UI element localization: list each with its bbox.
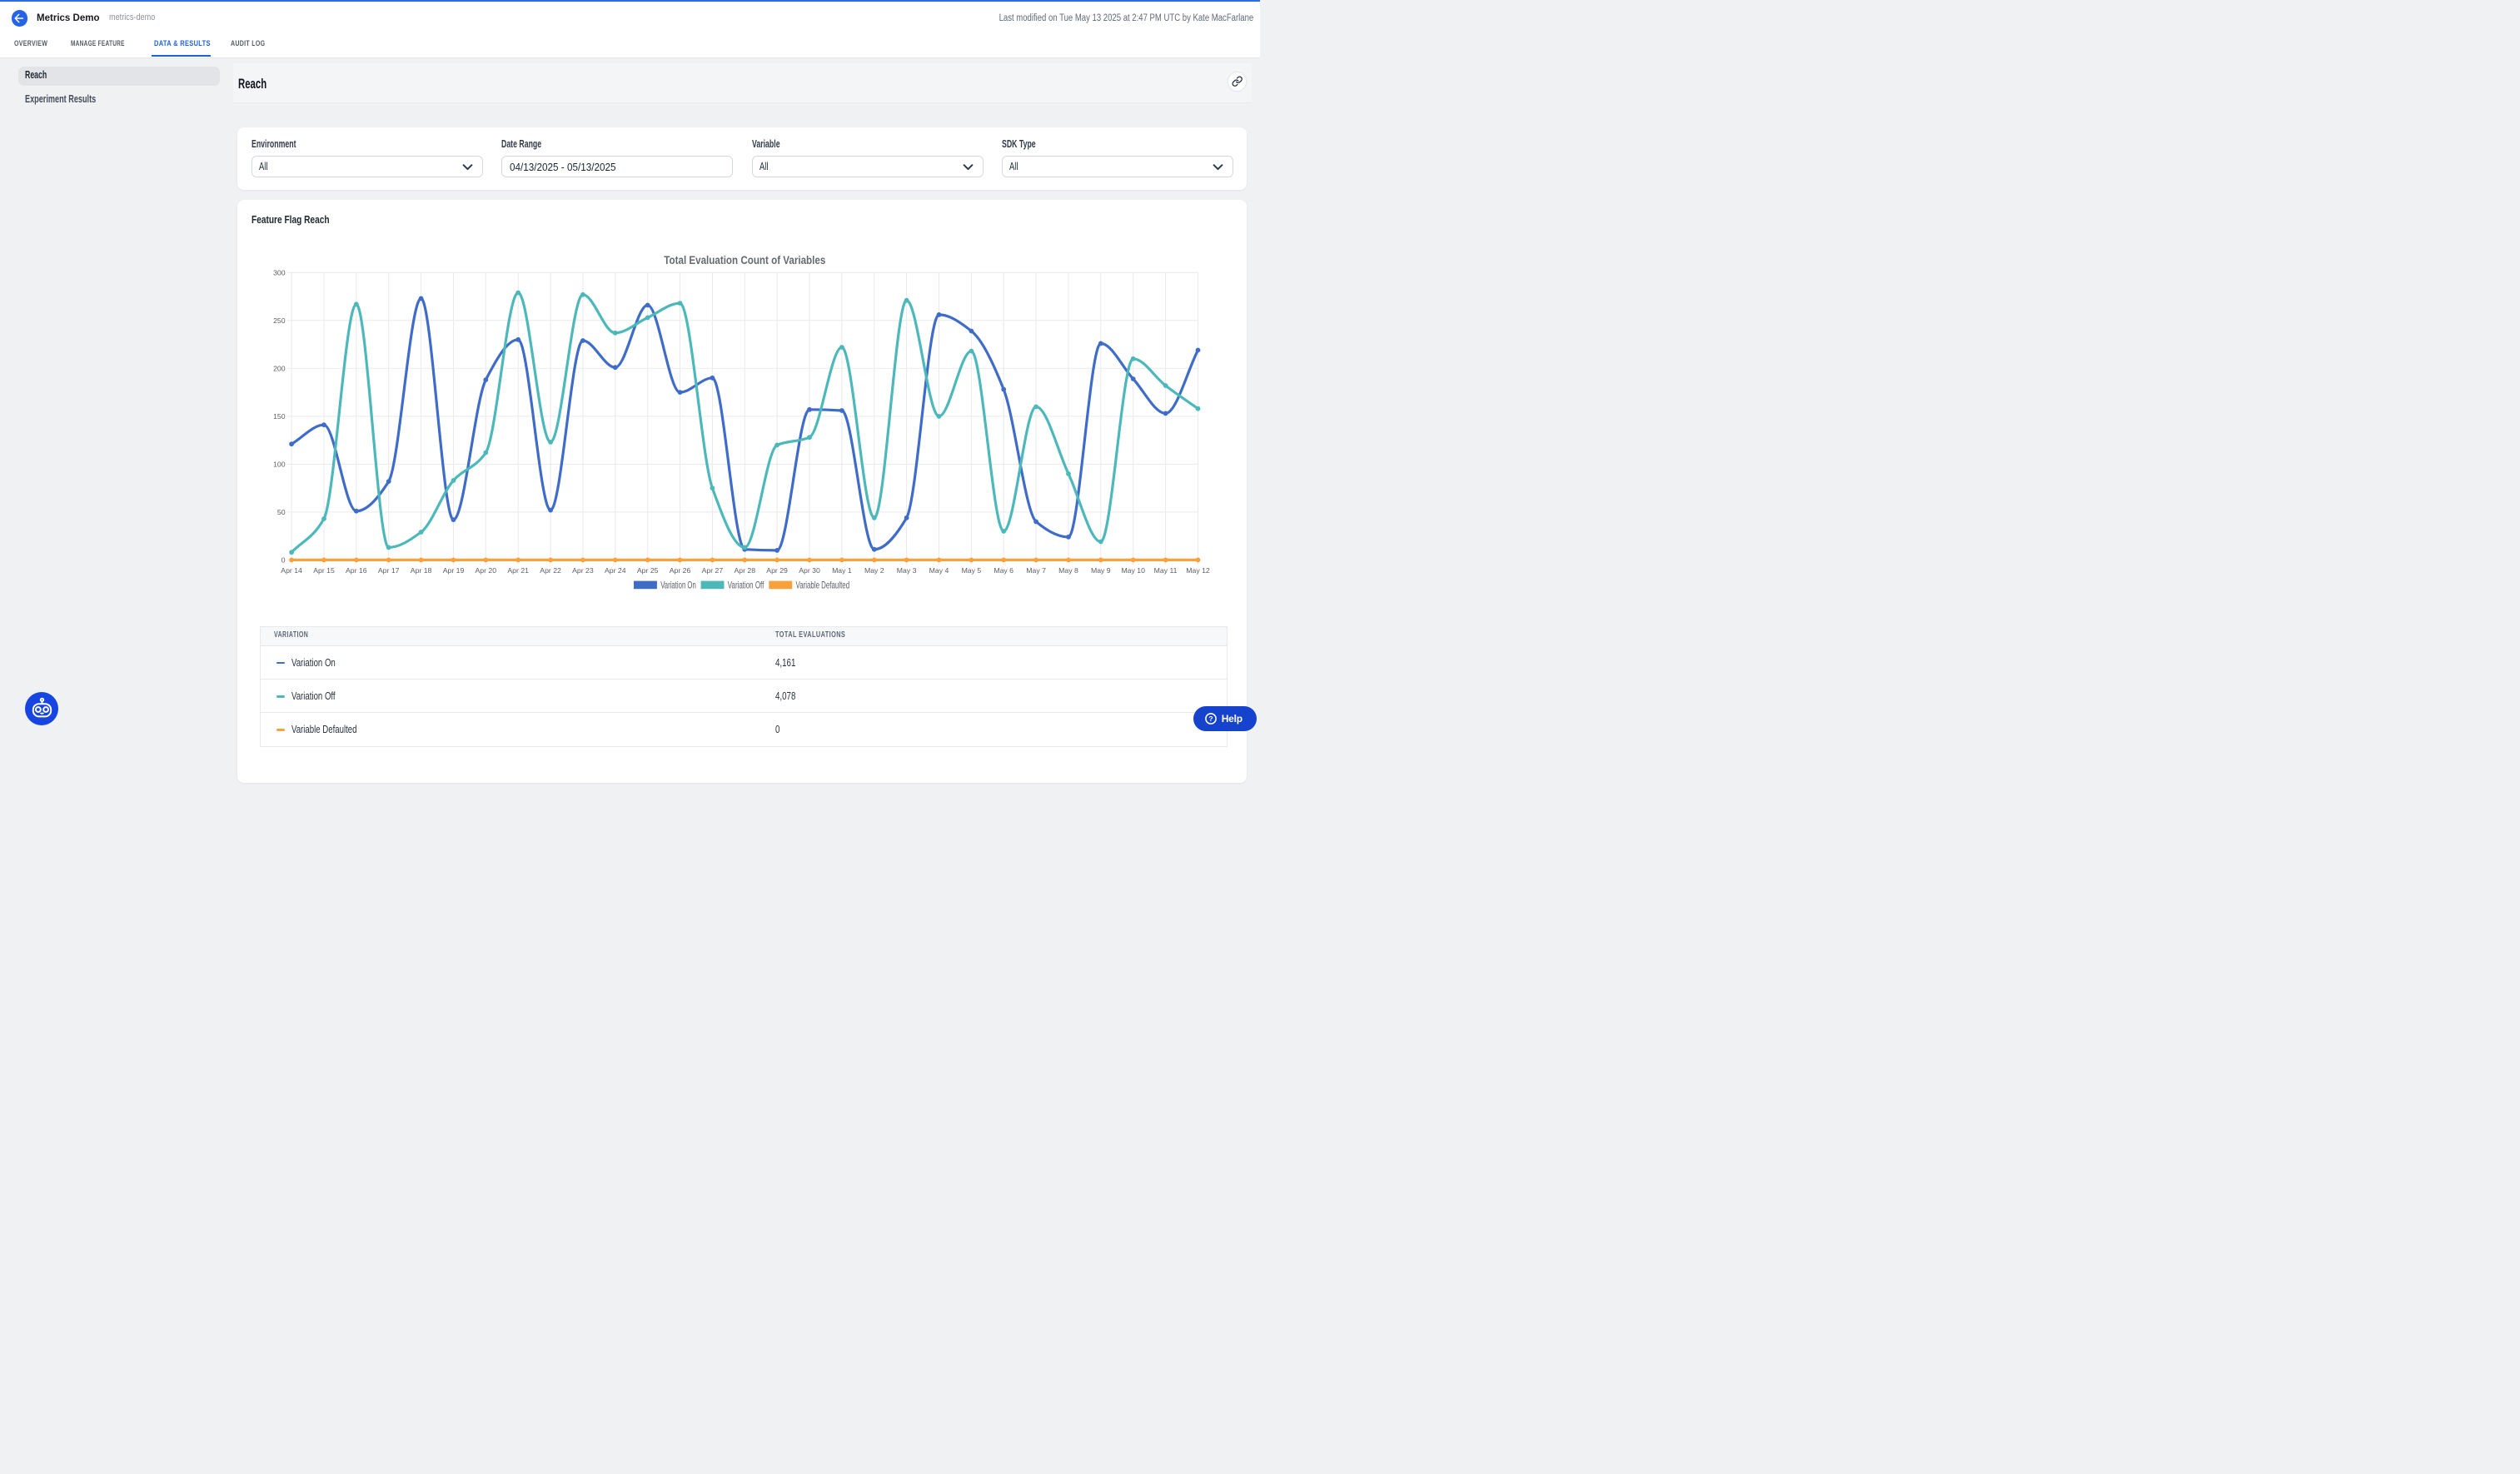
svg-text:May 12: May 12 <box>1186 566 1210 575</box>
svg-text:Apr 17: Apr 17 <box>378 566 400 575</box>
svg-text:May 10: May 10 <box>1121 566 1145 575</box>
svg-text:Apr 26: Apr 26 <box>670 566 691 575</box>
svg-text:100: 100 <box>273 461 286 469</box>
svg-text:Apr 14: Apr 14 <box>281 566 302 575</box>
svg-text:Apr 25: Apr 25 <box>637 566 659 575</box>
svg-text:Apr 15: Apr 15 <box>313 566 335 575</box>
svg-text:Apr 22: Apr 22 <box>540 566 561 575</box>
svg-text:May 11: May 11 <box>1154 566 1178 575</box>
svg-text:May 1: May 1 <box>832 566 852 575</box>
svg-text:Apr 30: Apr 30 <box>799 566 820 575</box>
svg-text:250: 250 <box>273 316 286 325</box>
svg-text:0: 0 <box>281 556 286 565</box>
svg-text:Apr 24: Apr 24 <box>605 566 626 575</box>
svg-text:May 3: May 3 <box>897 566 917 575</box>
svg-text:May 7: May 7 <box>1026 566 1046 575</box>
svg-text:May 4: May 4 <box>929 566 949 575</box>
svg-text:Apr 23: Apr 23 <box>572 566 594 575</box>
svg-text:May 5: May 5 <box>962 566 982 575</box>
svg-text:Apr 27: Apr 27 <box>702 566 724 575</box>
svg-text:50: 50 <box>277 508 286 516</box>
svg-text:Variable Defaulted: Variable Defaulted <box>796 580 850 591</box>
svg-text:300: 300 <box>273 268 286 276</box>
svg-text:Variation On: Variation On <box>660 580 696 591</box>
svg-text:Apr 29: Apr 29 <box>766 566 788 575</box>
svg-text:200: 200 <box>273 364 286 372</box>
svg-text:May 8: May 8 <box>1058 566 1078 575</box>
svg-text:Apr 18: Apr 18 <box>411 566 432 575</box>
svg-text:Apr 19: Apr 19 <box>443 566 465 575</box>
svg-text:May 9: May 9 <box>1091 566 1111 575</box>
svg-text:Variation Off: Variation Off <box>728 580 764 591</box>
svg-text:Apr 20: Apr 20 <box>475 566 496 575</box>
svg-text:?: ? <box>1208 715 1213 723</box>
svg-text:Apr 28: Apr 28 <box>734 566 755 575</box>
svg-text:Apr 16: Apr 16 <box>346 566 367 575</box>
svg-text:May 6: May 6 <box>994 566 1013 575</box>
svg-text:May 2: May 2 <box>864 566 884 575</box>
svg-text:150: 150 <box>273 412 286 421</box>
svg-text:Apr 21: Apr 21 <box>507 566 529 575</box>
svg-text:Total Evaluation Count of Vari: Total Evaluation Count of Variables <box>664 254 825 266</box>
